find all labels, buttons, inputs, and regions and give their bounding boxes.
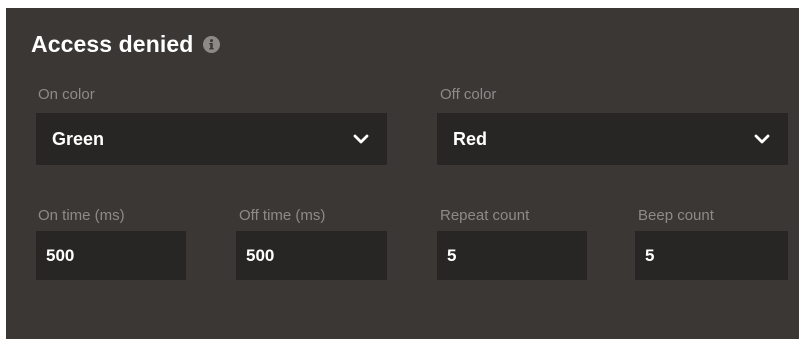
off-color-value: Red bbox=[453, 128, 488, 149]
info-icon-glyph bbox=[209, 38, 215, 49]
on-time-label: On time (ms) bbox=[38, 207, 125, 224]
chevron-down-icon bbox=[353, 134, 369, 144]
beep-count-label: Beep count bbox=[638, 207, 714, 224]
chevron-down-icon bbox=[754, 134, 770, 144]
beep-count-input[interactable] bbox=[635, 231, 788, 280]
off-color-label: Off color bbox=[440, 86, 497, 103]
off-time-label: Off time (ms) bbox=[239, 207, 326, 224]
repeat-count-input[interactable] bbox=[437, 231, 587, 280]
section-header: Access denied bbox=[31, 28, 221, 60]
off-time-input[interactable] bbox=[236, 231, 387, 280]
on-time-input[interactable] bbox=[36, 231, 186, 280]
info-icon[interactable] bbox=[203, 35, 221, 53]
section-title: Access denied bbox=[31, 30, 194, 57]
on-color-select[interactable]: Green bbox=[36, 113, 387, 165]
on-color-value: Green bbox=[52, 128, 105, 149]
repeat-count-label: Repeat count bbox=[440, 207, 530, 224]
off-color-select[interactable]: Red bbox=[437, 113, 788, 165]
on-color-label: On color bbox=[38, 86, 95, 103]
